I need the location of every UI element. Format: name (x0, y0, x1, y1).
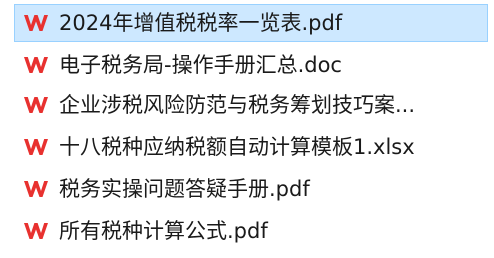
file-name: 电子税务局-操作手册汇总.doc (59, 53, 342, 77)
wps-sheet-icon (24, 139, 48, 155)
wps-writer-icon (24, 97, 48, 113)
file-item[interactable]: 税务实操问题答疑手册.pdf (14, 170, 488, 208)
file-name: 十八税种应纳税额自动计算模板1.xlsx (59, 135, 415, 159)
file-list: 2024年增值税税率一览表.pdf 电子税务局-操作手册汇总.doc 企业涉税风… (0, 0, 494, 258)
file-name: 所有税种计算公式.pdf (59, 219, 268, 243)
file-item[interactable]: 电子税务局-操作手册汇总.doc (14, 46, 488, 84)
wps-writer-icon (24, 57, 48, 73)
file-item[interactable]: 所有税种计算公式.pdf (14, 212, 488, 250)
file-name: 税务实操问题答疑手册.pdf (59, 177, 310, 201)
wps-pdf-icon (24, 181, 48, 197)
file-name: 企业涉税风险防范与税务筹划技巧案... (59, 93, 416, 117)
wps-pdf-icon (24, 223, 48, 239)
wps-pdf-icon (24, 15, 48, 31)
file-item[interactable]: 企业涉税风险防范与税务筹划技巧案... (14, 86, 488, 124)
file-item[interactable]: 2024年增值税税率一览表.pdf (14, 4, 488, 42)
file-name: 2024年增值税税率一览表.pdf (59, 11, 343, 35)
file-item[interactable]: 十八税种应纳税额自动计算模板1.xlsx (14, 128, 488, 166)
